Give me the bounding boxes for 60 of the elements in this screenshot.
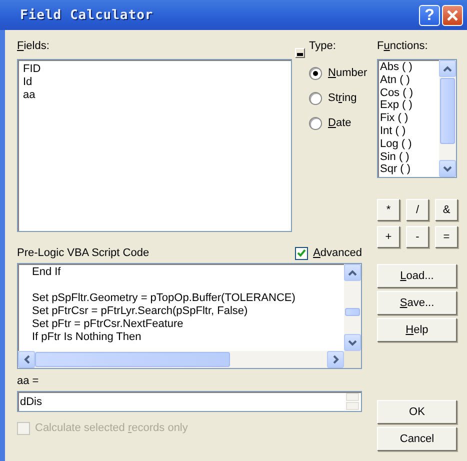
expression-field[interactable]: dDis: [17, 391, 362, 412]
scroll-thumb[interactable]: [35, 352, 230, 367]
operator-button[interactable]: *: [377, 199, 400, 221]
radio-button[interactable]: [309, 66, 322, 80]
code-line: Set pFtr = pFtrCsr.NextFeature: [32, 318, 184, 331]
spin-buttons[interactable]: [345, 392, 360, 411]
function-item[interactable]: Int ( ): [380, 124, 437, 138]
script-button[interactable]: Load...: [377, 264, 457, 288]
scroll-thumb[interactable]: [345, 308, 360, 316]
radio-button[interactable]: [309, 92, 322, 104]
function-item[interactable]: Exp ( ): [380, 99, 437, 112]
functions-scrollbar[interactable]: [439, 60, 456, 177]
dialog-button[interactable]: OK: [377, 400, 457, 424]
functions-label: Functions:: [377, 40, 428, 52]
function-item[interactable]: Abs ( ): [380, 61, 437, 74]
radio-label: Date: [328, 116, 352, 130]
script-button[interactable]: Help: [377, 318, 457, 342]
window-title: Field Calculator: [20, 8, 154, 22]
advanced-label: Advanced: [313, 246, 362, 260]
operator-button[interactable]: -: [406, 226, 429, 248]
help-button[interactable]: ?: [419, 4, 440, 26]
fields-label: Fields:: [17, 40, 50, 52]
field-item[interactable]: FID: [23, 63, 286, 76]
code-line: End If: [32, 266, 62, 279]
code-line: Set pSpFltr.Geometry = pTopOp.Buffer(TOLERANCE): [32, 292, 296, 305]
type-label: Type:: [309, 40, 336, 52]
code-line: If pFtr Is Nothing Then: [32, 331, 142, 344]
radio-label: String: [328, 92, 357, 104]
close-button[interactable]: [442, 4, 463, 26]
field-item[interactable]: aa: [23, 89, 286, 102]
operator-button[interactable]: =: [435, 226, 458, 248]
function-item[interactable]: Cos ( ): [380, 86, 437, 100]
function-item[interactable]: Log ( ): [380, 138, 437, 151]
script-editor[interactable]: End If Set pSpFltr.Geometry = pTopOp.Buffer(TOLERANCE) Set pFtrCsr = pFtrLyr.Search(pSpFltr, False) Set pFtr = pFtrCsr.NextFeature If pFtr Is Nothing Then: [17, 263, 362, 369]
close-icon: [446, 8, 459, 22]
field-item[interactable]: Id: [23, 76, 286, 89]
expression-label: aa =: [17, 375, 40, 388]
function-item[interactable]: Fix ( ): [380, 112, 437, 125]
horizontal-scrollbar[interactable]: [18, 351, 361, 368]
function-item[interactable]: Atn ( ): [380, 74, 437, 87]
scrollbar-corner: [344, 351, 361, 368]
script-button[interactable]: Save...: [377, 291, 457, 315]
code-line: Set pFtrCsr = pFtrLyr.Search(pSpFltr, False): [32, 305, 249, 318]
dash-icon: [297, 53, 303, 56]
operator-button[interactable]: +: [377, 226, 400, 248]
small-button[interactable]: [295, 48, 305, 58]
radio-button[interactable]: [309, 116, 322, 130]
scroll-thumb[interactable]: [440, 78, 455, 144]
operator-button[interactable]: /: [406, 199, 429, 221]
selected-only-label: Calculate selected records only: [35, 422, 188, 435]
operator-button[interactable]: &: [435, 199, 458, 221]
dialog-button[interactable]: Cancel: [377, 427, 457, 451]
advanced-checkbox[interactable]: [295, 246, 308, 260]
radio-label: Number: [328, 66, 368, 80]
function-item[interactable]: Sqr ( ): [380, 163, 437, 176]
function-item[interactable]: Sin ( ): [380, 150, 437, 164]
checkmark-icon: [297, 249, 306, 257]
fields-list[interactable]: FID Id aa: [17, 59, 292, 232]
script-label: Pre-Logic VBA Script Code: [17, 246, 150, 260]
vertical-scrollbar[interactable]: [344, 264, 361, 351]
